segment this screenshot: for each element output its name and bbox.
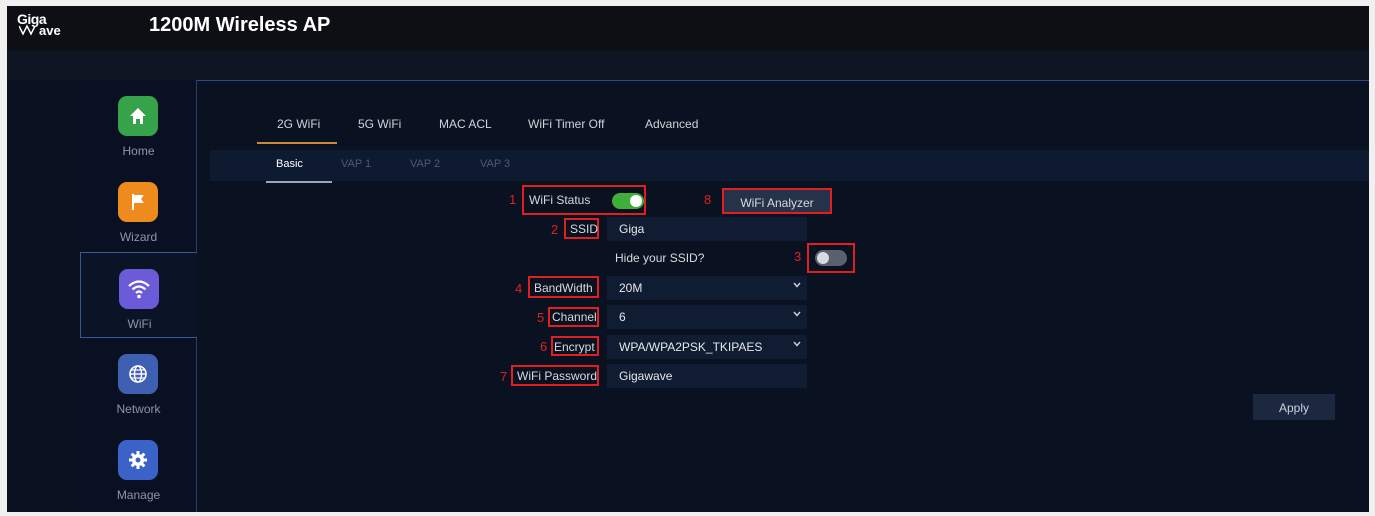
- subtab-vap1[interactable]: VAP 1: [341, 158, 371, 170]
- sidebar-item-home[interactable]: Home: [80, 80, 197, 166]
- sidebar: Home Wizard WiFi Network Manage: [80, 80, 197, 512]
- sidebar-item-label: Wizard: [119, 230, 158, 244]
- flag-icon: [118, 182, 158, 222]
- wifi-password-label: WiFi Password: [517, 369, 598, 383]
- sidebar-item-manage[interactable]: Manage: [80, 424, 197, 510]
- ssid-label: SSID: [570, 222, 599, 236]
- home-icon: [118, 96, 158, 136]
- hide-ssid-toggle[interactable]: [815, 250, 847, 266]
- annotation-number: 2: [551, 222, 559, 237]
- header-bar: Giga ave 1200M Wireless AP: [7, 6, 1369, 50]
- encrypt-label: Encrypt: [554, 340, 595, 354]
- apply-button[interactable]: Apply: [1253, 394, 1335, 420]
- ssid-input[interactable]: Giga: [607, 217, 807, 241]
- subtab-bar: Basic VAP 1 VAP 2 VAP 3: [210, 150, 1369, 183]
- channel-select[interactable]: 6: [607, 305, 807, 329]
- sidebar-item-label: WiFi: [127, 317, 152, 331]
- wifi-password-input[interactable]: Gigawave: [607, 364, 807, 388]
- channel-label: Channel: [552, 310, 597, 324]
- bandwidth-select[interactable]: 20M: [607, 276, 807, 300]
- active-subtab-indicator: [266, 181, 332, 183]
- wifi-icon: [119, 269, 159, 309]
- app-window: Giga ave 1200M Wireless AP Home Wizard W…: [7, 6, 1369, 512]
- main-panel: 2G WiFi 5G WiFi MAC ACL WiFi Timer Off A…: [197, 80, 1369, 512]
- tab-5g-wifi[interactable]: 5G WiFi: [358, 117, 401, 131]
- chevron-down-icon: [793, 341, 801, 347]
- wifi-analyzer-button[interactable]: WiFi Analyzer: [722, 188, 832, 214]
- sidebar-item-label: Home: [122, 144, 155, 158]
- wave-logo-icon: [19, 24, 36, 36]
- subtab-vap3[interactable]: VAP 3: [480, 158, 510, 170]
- subtab-vap2[interactable]: VAP 2: [410, 158, 440, 170]
- chevron-down-icon: [793, 282, 801, 288]
- tab-2g-wifi[interactable]: 2G WiFi: [277, 117, 320, 131]
- wifi-status-toggle[interactable]: [612, 193, 644, 209]
- tab-mac-acl[interactable]: MAC ACL: [439, 117, 492, 131]
- tab-wifi-timer-off[interactable]: WiFi Timer Off: [528, 117, 604, 131]
- annotation-number: 8: [704, 192, 712, 207]
- toggle-knob: [630, 195, 642, 207]
- hide-ssid-label: Hide your SSID?: [615, 251, 705, 265]
- annotation-number: 5: [537, 310, 545, 325]
- globe-icon: [118, 354, 158, 394]
- annotation-number: 1: [509, 192, 517, 207]
- sidebar-item-label: Manage: [116, 488, 161, 502]
- app-title: 1200M Wireless AP: [149, 14, 331, 36]
- chevron-down-icon: [793, 311, 801, 317]
- tab-advanced[interactable]: Advanced: [645, 117, 698, 131]
- sidebar-item-label: Network: [116, 402, 161, 416]
- header-strip: [7, 50, 1369, 80]
- annotation-number: 7: [500, 369, 508, 384]
- annotation-number: 3: [794, 249, 802, 264]
- sidebar-item-wifi[interactable]: WiFi: [80, 252, 197, 338]
- subtab-basic[interactable]: Basic: [276, 158, 303, 170]
- brand-logo[interactable]: Giga ave: [13, 10, 71, 44]
- encrypt-select[interactable]: WPA/WPA2PSK_TKIPAES: [607, 335, 807, 359]
- annotation-number: 4: [515, 281, 523, 296]
- sidebar-item-wizard[interactable]: Wizard: [80, 166, 197, 252]
- gear-icon: [118, 440, 158, 480]
- bandwidth-label: BandWidth: [534, 281, 593, 295]
- toggle-knob: [817, 252, 829, 264]
- annotation-number: 6: [540, 339, 548, 354]
- wifi-status-label: WiFi Status: [529, 193, 591, 207]
- sidebar-item-network[interactable]: Network: [80, 338, 197, 424]
- active-tab-indicator: [257, 142, 337, 144]
